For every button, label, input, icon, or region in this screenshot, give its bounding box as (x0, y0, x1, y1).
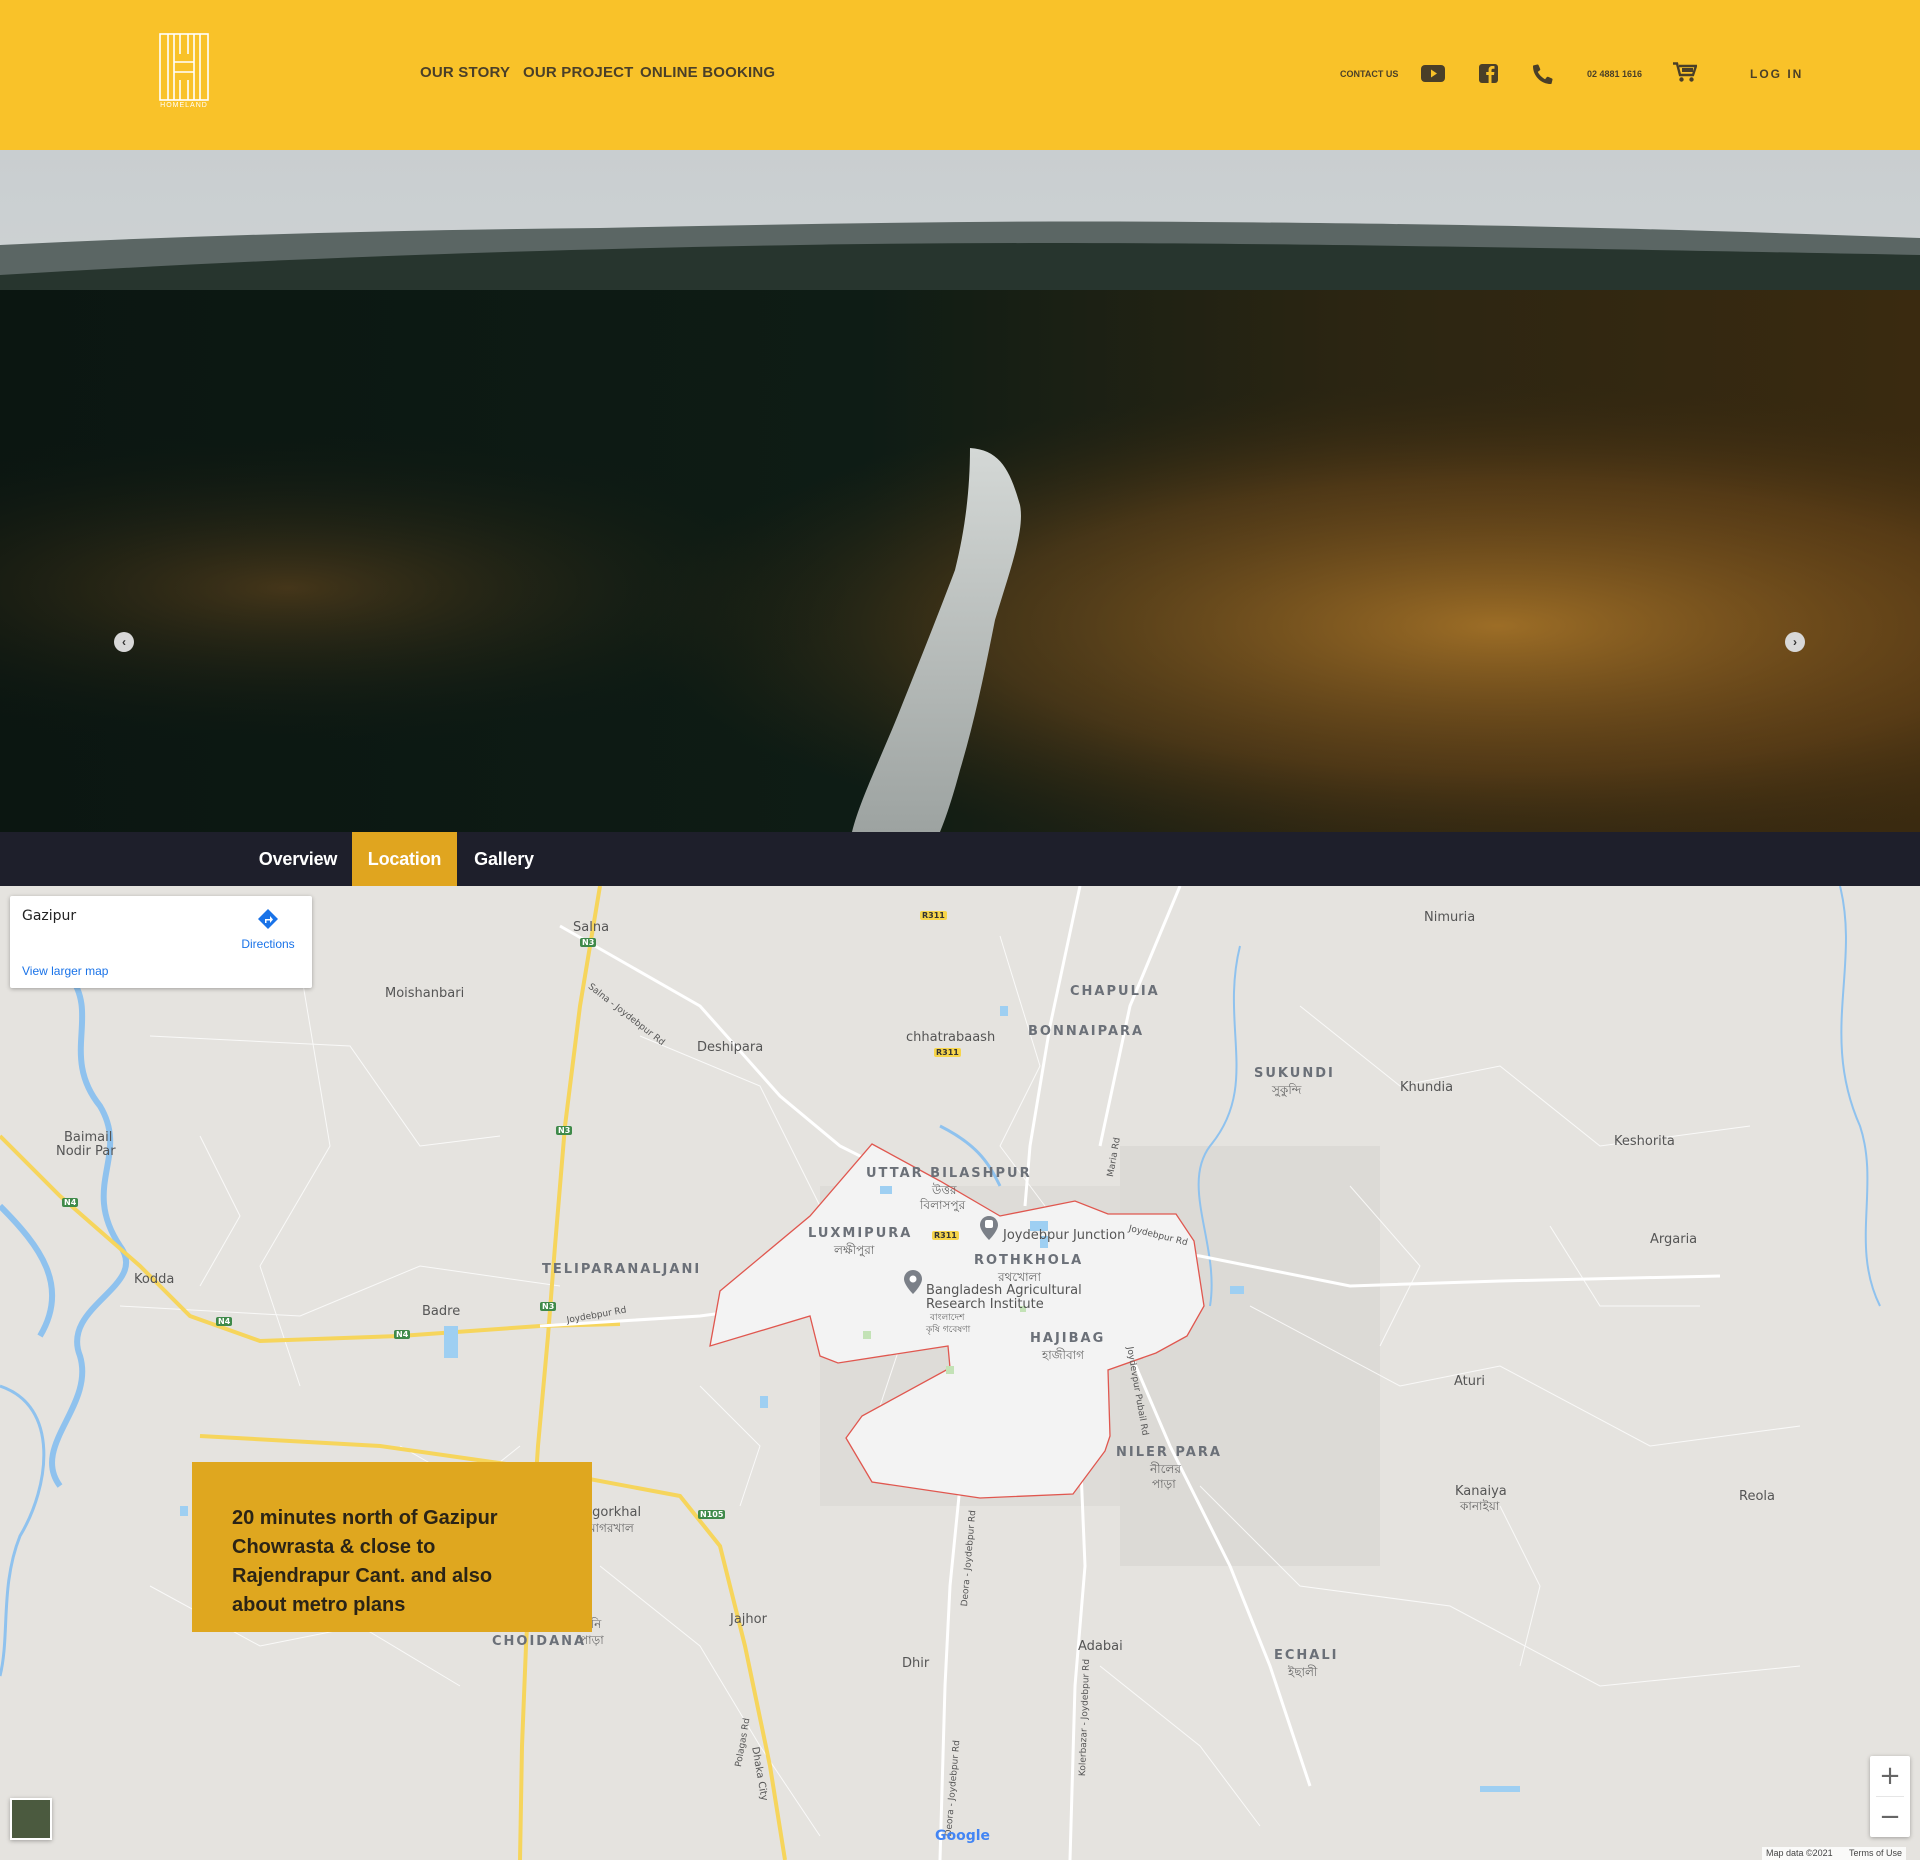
map-place-card: Gazipur Directions View larger map (10, 896, 312, 988)
google-logo-text: Google (935, 1828, 991, 1844)
map-label: কৃষি গবেষণা (926, 1325, 971, 1335)
road-shield: R311 (934, 1048, 961, 1057)
zoom-control: + − (1870, 1756, 1910, 1837)
directions-icon (258, 909, 278, 929)
homeland-logo[interactable]: HOMELAND (158, 32, 210, 114)
road-shield: R311 (920, 911, 947, 920)
map-label: TELIPARANALJANI (542, 1262, 702, 1277)
directions-label: Directions (241, 937, 295, 951)
logo-mark-icon (159, 33, 209, 101)
map-label: Reola (1739, 1489, 1775, 1504)
location-map[interactable]: Salna Nimuria Moishanbari CHAPULIA chhat… (0, 886, 1920, 1860)
map-label: ECHALI (1274, 1648, 1339, 1663)
map-label: Jajhor (730, 1612, 767, 1627)
logo-text: HOMELAND (160, 102, 208, 109)
cart-icon[interactable] (1673, 62, 1698, 88)
phone-number[interactable]: 02 4881 1616 (1587, 69, 1642, 79)
map-label: Badre (422, 1304, 461, 1319)
terms-of-use-link[interactable]: Terms of Use (1849, 1848, 1902, 1858)
tab-gallery[interactable]: Gallery (467, 832, 541, 886)
directions-button[interactable]: Directions (238, 908, 298, 951)
tab-overview[interactable]: Overview (255, 832, 341, 886)
view-larger-map-link[interactable]: View larger map (22, 964, 108, 978)
project-tabs: Overview Location Gallery (0, 832, 1920, 886)
map-label: CHAPULIA (1070, 984, 1160, 999)
map-label: Adabai (1078, 1639, 1123, 1654)
map-label: HAJIBAG (1030, 1331, 1106, 1346)
slider-next-button[interactable]: › (1785, 632, 1805, 652)
map-label: UTTAR BILASHPUR (866, 1166, 1032, 1181)
map-label: Joydebpur Junction (1003, 1228, 1126, 1243)
nav-our-story[interactable]: OUR STORY (420, 64, 510, 81)
location-info-box: 20 minutes north of Gazipur Chowrasta & … (192, 1462, 592, 1632)
map-label: Dhir (902, 1656, 930, 1671)
map-label: Nimuria (1424, 910, 1476, 925)
train-station-pin-icon[interactable] (980, 1216, 998, 1245)
map-label: বিলাসপুর (920, 1198, 966, 1212)
road-shield: N4 (394, 1330, 411, 1339)
google-logo: Google (935, 1828, 990, 1844)
map-label: Keshorita (1614, 1134, 1675, 1149)
map-label: Kodda (134, 1272, 175, 1287)
road-shield: N3 (540, 1302, 557, 1311)
map-label: Nodir Par (56, 1144, 116, 1159)
location-pin-icon[interactable] (904, 1270, 922, 1299)
map-label: Moishanbari (385, 986, 465, 1001)
zoom-out-button[interactable]: − (1870, 1797, 1910, 1837)
facebook-icon[interactable] (1479, 64, 1498, 88)
map-label: লক্ষীপুরা (834, 1243, 875, 1257)
map-label: হাজীবাগ (1042, 1348, 1084, 1362)
road-shield: N105 (698, 1510, 726, 1519)
road-shield: N4 (62, 1198, 79, 1207)
chevron-left-icon: ‹ (122, 635, 126, 649)
map-label: Khundia (1400, 1080, 1454, 1095)
map-label: Argaria (1650, 1232, 1698, 1247)
map-label: chhatrabaash (906, 1030, 996, 1045)
road-shield: R311 (932, 1231, 959, 1240)
map-label: Baimail (64, 1130, 113, 1145)
map-label: Aturi (1454, 1374, 1485, 1389)
map-label: CHOIDANA (492, 1634, 587, 1649)
map-attribution: Map data ©2021 Terms of Use (1762, 1847, 1907, 1860)
map-label: NILER PARA (1116, 1445, 1222, 1460)
map-label: পাড়া (580, 1633, 604, 1647)
map-label: ইছালী (1288, 1665, 1318, 1679)
road-shield: N3 (580, 938, 597, 947)
map-label: SUKUNDI (1254, 1066, 1335, 1081)
road-shield: N4 (216, 1317, 233, 1326)
map-label: Kanaiya (1455, 1484, 1507, 1499)
satellite-toggle-button[interactable] (10, 1798, 52, 1840)
phone-icon[interactable] (1533, 64, 1553, 89)
slider-prev-button[interactable]: ‹ (114, 632, 134, 652)
zoom-in-button[interactable]: + (1870, 1756, 1910, 1796)
map-label: Deshipara (697, 1040, 764, 1055)
contact-us-link[interactable]: CONTACT US (1340, 69, 1398, 79)
road-shield: N3 (556, 1126, 573, 1135)
map-label: সুকুন্দি (1272, 1083, 1302, 1097)
site-header: HOMELAND OUR STORY OUR PROJECT ONLINE BO… (0, 0, 1920, 150)
login-link[interactable]: LOG IN (1750, 67, 1803, 81)
map-label: ROTHKHOLA (974, 1253, 1084, 1268)
nav-online-booking[interactable]: ONLINE BOOKING (640, 64, 775, 81)
nav-our-project[interactable]: OUR PROJECT (523, 64, 634, 81)
map-label: Salna (573, 920, 610, 935)
place-name: Gazipur (22, 908, 77, 924)
map-data-credit: Map data ©2021 (1766, 1848, 1833, 1858)
map-label: BONNAIPARA (1028, 1024, 1145, 1039)
hero-forest-image (0, 150, 1920, 832)
map-label: কানাইয়া (1460, 1499, 1500, 1513)
hero-slider: ‹ › (0, 150, 1920, 832)
map-label: LUXMIPURA (808, 1226, 913, 1241)
chevron-right-icon: › (1793, 635, 1797, 649)
tab-location[interactable]: Location (352, 832, 457, 886)
youtube-icon[interactable] (1421, 65, 1445, 87)
map-label: পাড়া (1152, 1477, 1176, 1491)
location-info-text: 20 minutes north of Gazipur Chowrasta & … (232, 1507, 498, 1616)
map-label: Bangladesh Agricultural (926, 1283, 1082, 1298)
